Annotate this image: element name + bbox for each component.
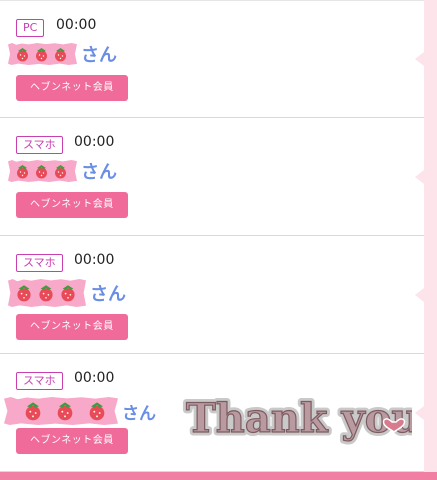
heaven-net-member-button[interactable]: ヘブンネット会員 [16,314,128,340]
visit-time: 00:00 [74,370,115,386]
side-panel-edge [424,0,437,472]
visit-time: 00:00 [74,134,115,150]
device-tag: スマホ [16,372,63,390]
name-suffix: さん [81,162,117,183]
visitor-list: PC 00:00 さん ヘブンネット会員 スマホ 00:00 さん ヘブンネット… [0,0,424,472]
list-item: スマホ 00:00 さん ヘブンネット会員 [0,118,424,236]
heaven-net-member-button[interactable]: ヘブンネット会員 [16,192,128,218]
notch-arrow [415,52,424,66]
thank-you-sticker: Thank you Thank you [183,392,413,446]
strawberry-icon [89,402,105,421]
name-suffix: さん [122,403,156,424]
device-tag: スマホ [16,254,63,272]
notch-arrow [415,406,424,420]
strawberry-icon [36,164,47,178]
strawberry-icon [17,47,28,61]
strawberry-icon [39,285,53,302]
visit-time: 00:00 [74,252,115,268]
device-tag: PC [16,19,45,37]
strawberry-icon [57,402,73,421]
strawberry-icon [61,285,75,302]
strawberry-tape [4,397,118,425]
visit-time: 00:00 [56,17,97,33]
heaven-net-member-button[interactable]: ヘブンネット会員 [16,428,128,454]
notch-arrow [415,170,424,184]
name-suffix: さん [90,284,126,305]
list-item: PC 00:00 さん ヘブンネット会員 [0,0,424,118]
visitor-name: さん [8,158,117,184]
strawberry-icon [17,164,28,178]
strawberry-tape [8,43,77,65]
visitor-name: さん [4,396,156,426]
device-tag: スマホ [16,136,63,154]
name-suffix: さん [81,45,117,66]
visitor-name: さん [8,278,126,308]
bottom-bar [0,472,437,480]
visitor-name: さん [8,41,117,67]
strawberry-tape [8,279,86,307]
thank-you-text: Thank you [186,395,412,442]
strawberry-icon [36,47,47,61]
strawberry-icon [55,164,66,178]
strawberry-icon [55,47,66,61]
notch-arrow [415,288,424,302]
strawberry-icon [17,285,31,302]
heaven-net-member-button[interactable]: ヘブンネット会員 [16,75,128,101]
strawberry-icon [25,402,41,421]
strawberry-tape [8,160,77,182]
list-item: スマホ 00:00 さん ヘブンネット会員 [0,236,424,354]
